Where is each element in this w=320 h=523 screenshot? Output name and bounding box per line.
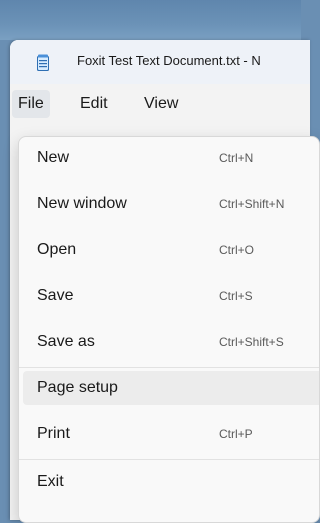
file-menu-dropdown: New Ctrl+N New window Ctrl+Shift+N Open … — [18, 136, 320, 523]
menu-separator — [19, 367, 319, 368]
menu-item-new[interactable]: New Ctrl+N — [23, 141, 319, 175]
menu-item-label: Print — [37, 425, 70, 442]
menu-file[interactable]: File — [12, 90, 50, 118]
menu-item-label: Save — [37, 287, 74, 304]
menu-item-print[interactable]: Print Ctrl+P — [23, 417, 319, 451]
menu-item-shortcut: Ctrl+S — [219, 289, 253, 303]
menu-bar: File Edit View — [10, 84, 310, 124]
menu-item-label: Page setup — [37, 379, 118, 396]
menu-item-exit[interactable]: Exit — [23, 465, 319, 499]
menu-item-label: Exit — [37, 473, 64, 490]
menu-item-label: Save as — [37, 333, 95, 350]
window-title: Foxit Test Text Document.txt - N — [77, 53, 261, 68]
menu-item-label: New window — [37, 195, 127, 212]
menu-edit[interactable]: Edit — [74, 90, 114, 118]
menu-item-page-setup[interactable]: Page setup — [23, 371, 319, 405]
menu-item-shortcut: Ctrl+N — [219, 151, 254, 165]
menu-item-label: Open — [37, 241, 77, 258]
menu-view[interactable]: View — [138, 90, 184, 118]
title-bar[interactable]: Foxit Test Text Document.txt - N — [10, 40, 310, 84]
menu-item-label: New — [37, 149, 70, 166]
desktop-background — [0, 0, 301, 40]
menu-item-save-as[interactable]: Save as Ctrl+Shift+S — [23, 325, 319, 359]
menu-item-new-window[interactable]: New window Ctrl+Shift+N — [23, 187, 319, 221]
menu-item-shortcut: Ctrl+Shift+S — [219, 335, 284, 349]
menu-item-shortcut: Ctrl+P — [219, 427, 253, 441]
menu-item-open[interactable]: Open Ctrl+O — [23, 233, 319, 267]
menu-item-shortcut: Ctrl+Shift+N — [219, 197, 285, 211]
menu-separator — [19, 459, 319, 460]
notepad-icon — [36, 54, 50, 72]
menu-item-save[interactable]: Save Ctrl+S — [23, 279, 319, 313]
menu-item-shortcut: Ctrl+O — [219, 243, 255, 257]
